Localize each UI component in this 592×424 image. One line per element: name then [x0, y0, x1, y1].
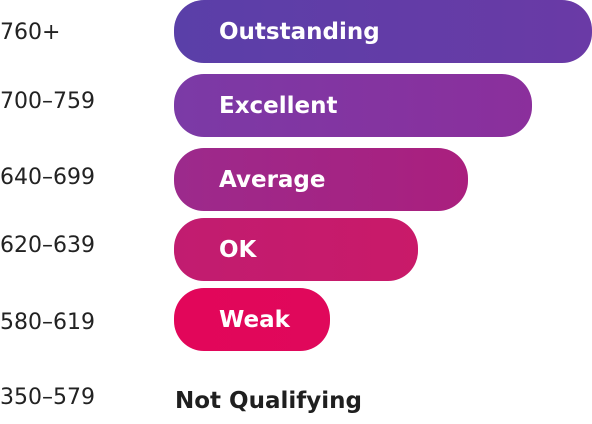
range-label-760-plus: 760+ [0, 20, 61, 45]
tier-label-excellent: Excellent [219, 92, 338, 119]
range-label-640-699: 640–699 [0, 165, 95, 190]
tier-bar-outstanding: Outstanding [174, 0, 592, 63]
tier-bar-excellent: Excellent [174, 74, 532, 137]
tier-label-not-qualifying: Not Qualifying [175, 388, 362, 414]
range-label-700-759: 700–759 [0, 89, 95, 114]
tier-label-ok: OK [219, 236, 257, 263]
tier-bar-average: Average [174, 148, 468, 211]
tier-label-weak: Weak [219, 306, 290, 333]
range-label-350-579: 350–579 [0, 385, 95, 410]
tier-label-average: Average [219, 166, 326, 193]
range-label-580-619: 580–619 [0, 310, 95, 335]
range-label-620-639: 620–639 [0, 233, 95, 258]
tier-bar-ok: OK [174, 218, 418, 281]
tier-label-outstanding: Outstanding [219, 18, 380, 45]
tier-bar-weak: Weak [174, 288, 330, 351]
